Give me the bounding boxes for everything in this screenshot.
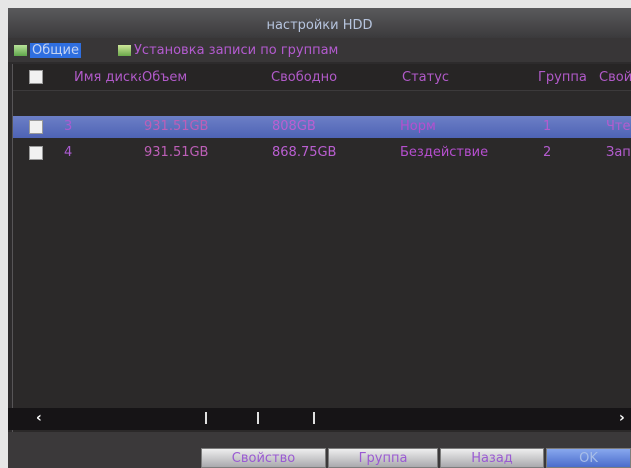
scroll-tick bbox=[313, 412, 315, 424]
cell-group: 2 bbox=[543, 145, 552, 160]
window-title: настройки HDD bbox=[266, 18, 373, 33]
folder-icon bbox=[118, 45, 131, 56]
property-button[interactable]: Свойство bbox=[201, 448, 326, 468]
cell-status: Норм bbox=[400, 119, 436, 134]
cell-property: Чтение/Запись bbox=[606, 119, 631, 134]
scroll-tick bbox=[257, 412, 259, 424]
scroll-left-icon[interactable]: ‹ bbox=[36, 410, 42, 426]
column-header-free[interactable]: Свободно bbox=[271, 70, 337, 85]
table-header: Имя диска Объем Свободно Статус Группа С… bbox=[13, 64, 631, 91]
cell-free: 808GB bbox=[272, 119, 316, 134]
cell-free: 868.75GB bbox=[272, 145, 337, 160]
back-button[interactable]: Назад bbox=[440, 448, 544, 468]
cell-capacity: 931.51GB bbox=[144, 145, 209, 160]
tab-group-recording[interactable]: Установка записи по группам bbox=[118, 42, 338, 59]
cell-status: Бездействие bbox=[400, 145, 489, 160]
table-row[interactable]: 4 931.51GB 868.75GB Бездействие 2 Запись bbox=[13, 142, 631, 164]
column-header-status[interactable]: Статус bbox=[402, 70, 449, 85]
cell-name: 3 bbox=[64, 119, 73, 134]
hdd-settings-window: настройки HDD Общие Установка записи по … bbox=[8, 8, 631, 468]
tab-general-label: Общие bbox=[30, 43, 81, 58]
ok-button[interactable]: OK bbox=[546, 448, 631, 468]
column-header-property[interactable]: Свойство bbox=[599, 70, 631, 85]
select-all-checkbox[interactable] bbox=[29, 70, 43, 84]
tab-bar: Общие Установка записи по группам bbox=[8, 38, 631, 62]
cell-group: 1 bbox=[543, 119, 552, 134]
tab-group-recording-label: Установка записи по группам bbox=[134, 43, 339, 58]
column-header-name[interactable]: Имя диска bbox=[74, 70, 141, 85]
column-header-capacity[interactable]: Объем bbox=[142, 70, 187, 85]
cell-capacity: 931.51GB bbox=[144, 119, 209, 134]
scroll-right-icon[interactable]: › bbox=[619, 410, 625, 426]
title-bar: настройки HDD bbox=[8, 8, 631, 38]
table-row[interactable]: 3 931.51GB 808GB Норм 1 Чтение/Запись bbox=[13, 116, 631, 138]
tab-general[interactable]: Общие bbox=[14, 42, 81, 59]
row-checkbox[interactable] bbox=[29, 120, 43, 134]
cell-name: 4 bbox=[64, 145, 73, 160]
scroll-tick bbox=[205, 412, 207, 424]
cell-property: Запись bbox=[606, 145, 631, 160]
group-button[interactable]: Группа bbox=[328, 448, 438, 468]
column-header-group[interactable]: Группа bbox=[538, 70, 596, 85]
row-checkbox[interactable] bbox=[29, 146, 43, 160]
hdd-table: Имя диска Объем Свободно Статус Группа С… bbox=[12, 64, 631, 436]
folder-icon bbox=[14, 45, 27, 56]
horizontal-scrollbar[interactable]: ‹ › bbox=[8, 408, 631, 430]
button-bar: Свойство Группа Назад OK bbox=[8, 432, 631, 468]
